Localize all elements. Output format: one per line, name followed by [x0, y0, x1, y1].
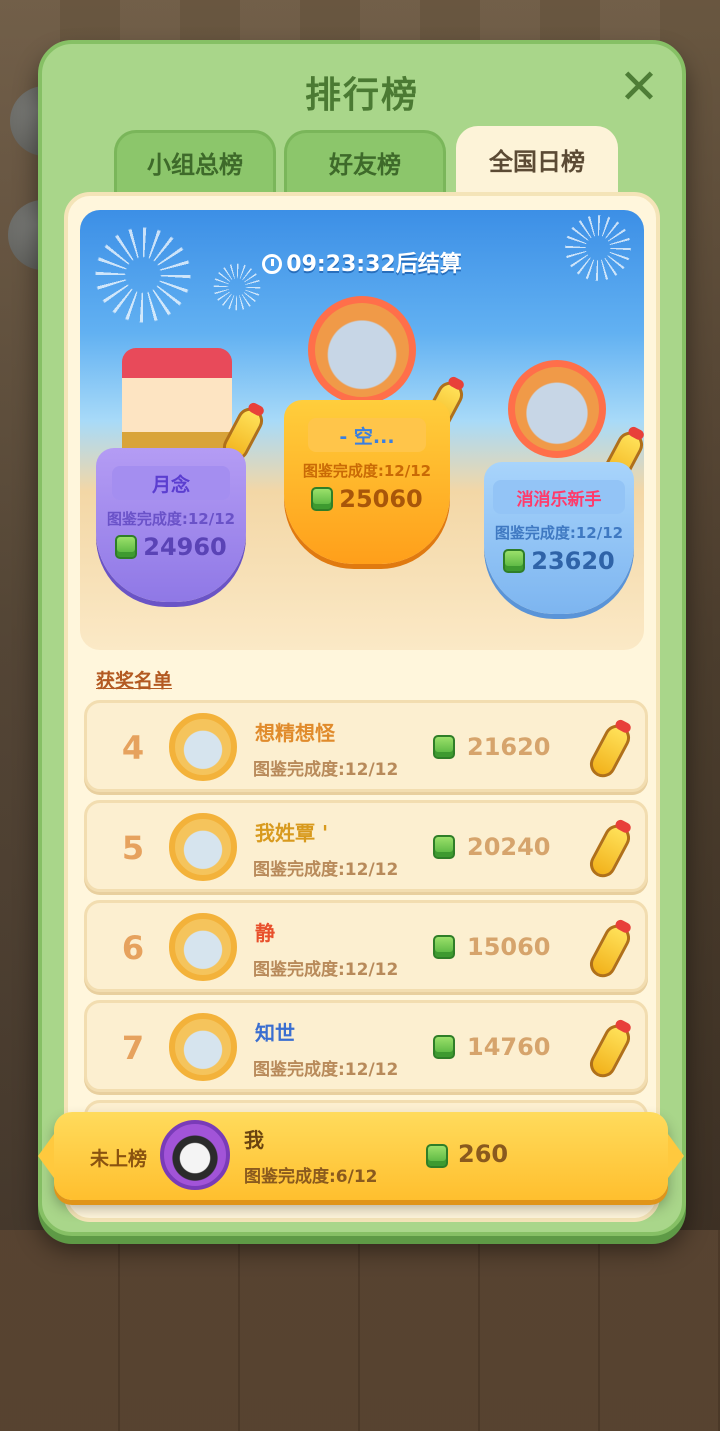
player-score: 21620 [467, 733, 551, 761]
ranking-row[interactable]: 7 知世 图鉴完成度:12/12 14760 [84, 1000, 648, 1092]
player-score: 20240 [467, 833, 551, 861]
ranking-row[interactable]: 4 想精想怪 图鉴完成度:12/12 21620 [84, 700, 648, 792]
player-score: 25060 [311, 485, 423, 513]
clock-icon [262, 254, 283, 274]
my-avatar[interactable] [160, 1120, 230, 1190]
reward-scroll-icon[interactable] [585, 920, 635, 982]
player-completion: 图鉴完成度:12/12 [106, 510, 236, 528]
player-score: 14760 [467, 1033, 551, 1061]
podium-first-place[interactable]: - 空... 图鉴完成度:12/12 25060 [284, 400, 450, 564]
tab-national-daily[interactable]: 全国日榜 [456, 126, 618, 192]
player-completion: 图鉴完成度:12/12 [253, 860, 399, 880]
gem-icon [115, 535, 138, 559]
player-avatar[interactable] [169, 813, 237, 881]
leaderboard-content: 09:23:32后结算 月念 图鉴完成度:12/12 24960 - 空... … [64, 192, 660, 1222]
reward-scroll-icon[interactable] [585, 1020, 635, 1082]
panel-title: 排行榜 [304, 75, 419, 116]
player-score: 24960 [115, 533, 227, 561]
player-name: 消消乐新手 [493, 480, 625, 514]
reward-scroll-icon[interactable] [585, 720, 635, 782]
tab-label: 好友榜 [329, 151, 401, 179]
rank-number: 4 [121, 729, 145, 767]
player-completion: 图鉴完成度:12/12 [302, 462, 432, 480]
tab-label: 小组总榜 [147, 151, 243, 179]
player-completion: 图鉴完成度:12/12 [253, 960, 399, 980]
score-value: 25060 [339, 485, 423, 513]
podium-second-place[interactable]: 月念 图鉴完成度:12/12 24960 [96, 448, 246, 602]
player-completion: 图鉴完成度:12/12 [253, 760, 399, 780]
my-completion: 图鉴完成度:6/12 [244, 1167, 378, 1187]
player-name: 想精想怪 [255, 721, 335, 745]
gem-icon [433, 735, 455, 759]
reward-scroll-icon[interactable] [585, 820, 635, 882]
gem-icon [433, 835, 455, 859]
player-avatar[interactable] [169, 1013, 237, 1081]
player-avatar[interactable] [308, 296, 416, 404]
gem-icon [311, 487, 334, 511]
player-completion: 图鉴完成度:12/12 [253, 1060, 399, 1080]
my-rank-bar[interactable]: 未上榜 我 图鉴完成度:6/12 260 [38, 1112, 684, 1200]
player-avatar[interactable] [508, 360, 606, 458]
player-score: 15060 [467, 933, 551, 961]
player-name: - 空... [308, 418, 426, 452]
score-value: 24960 [143, 533, 227, 561]
tab-friends[interactable]: 好友榜 [284, 130, 446, 192]
avatar-frame-carousel[interactable] [122, 348, 232, 456]
ranking-row[interactable]: 6 静 图鉴完成度:12/12 15060 [84, 900, 648, 992]
my-score: 260 [458, 1140, 509, 1168]
podium-area: 09:23:32后结算 月念 图鉴完成度:12/12 24960 - 空... … [80, 210, 644, 650]
player-name: 知世 [255, 1021, 295, 1045]
my-name: 我 [244, 1128, 264, 1152]
timer-text: 09:23:32后结算 [286, 252, 462, 277]
tab-group-total[interactable]: 小组总榜 [114, 130, 276, 192]
rank-number: 6 [121, 929, 145, 967]
close-icon[interactable]: ✕ [616, 63, 662, 111]
rank-number: 7 [121, 1029, 145, 1067]
player-completion: 图鉴完成度:12/12 [494, 524, 624, 542]
player-avatar[interactable] [169, 713, 237, 781]
my-rank-status: 未上榜 [90, 1148, 148, 1170]
ranking-row[interactable]: 5 我姓覃 ' 图鉴完成度:12/12 20240 [84, 800, 648, 892]
gem-icon [503, 549, 526, 573]
leaderboard-panel: 排行榜 ✕ 小组总榜 好友榜 全国日榜 09:23:32后结算 月念 图鉴完成度… [38, 40, 686, 1236]
ranking-list[interactable]: 4 想精想怪 图鉴完成度:12/12 21620 5 我姓覃 ' 图鉴完成度:1… [84, 700, 648, 1120]
gem-icon [433, 935, 455, 959]
rank-number: 5 [121, 829, 145, 867]
tab-label: 全国日榜 [489, 147, 585, 176]
player-score: 23620 [503, 547, 615, 575]
winners-list-label: 获奖名单 [96, 670, 173, 692]
player-name: 静 [255, 921, 275, 945]
player-name: 我姓覃 ' [255, 821, 329, 845]
settlement-timer: 09:23:32后结算 [80, 246, 644, 278]
score-value: 23620 [531, 547, 615, 575]
podium-third-place[interactable]: 消消乐新手 图鉴完成度:12/12 23620 [484, 462, 634, 614]
player-avatar[interactable] [169, 913, 237, 981]
gem-icon [433, 1035, 455, 1059]
gem-icon [426, 1144, 448, 1168]
player-name: 月念 [112, 466, 230, 500]
background-floor [0, 1230, 720, 1431]
